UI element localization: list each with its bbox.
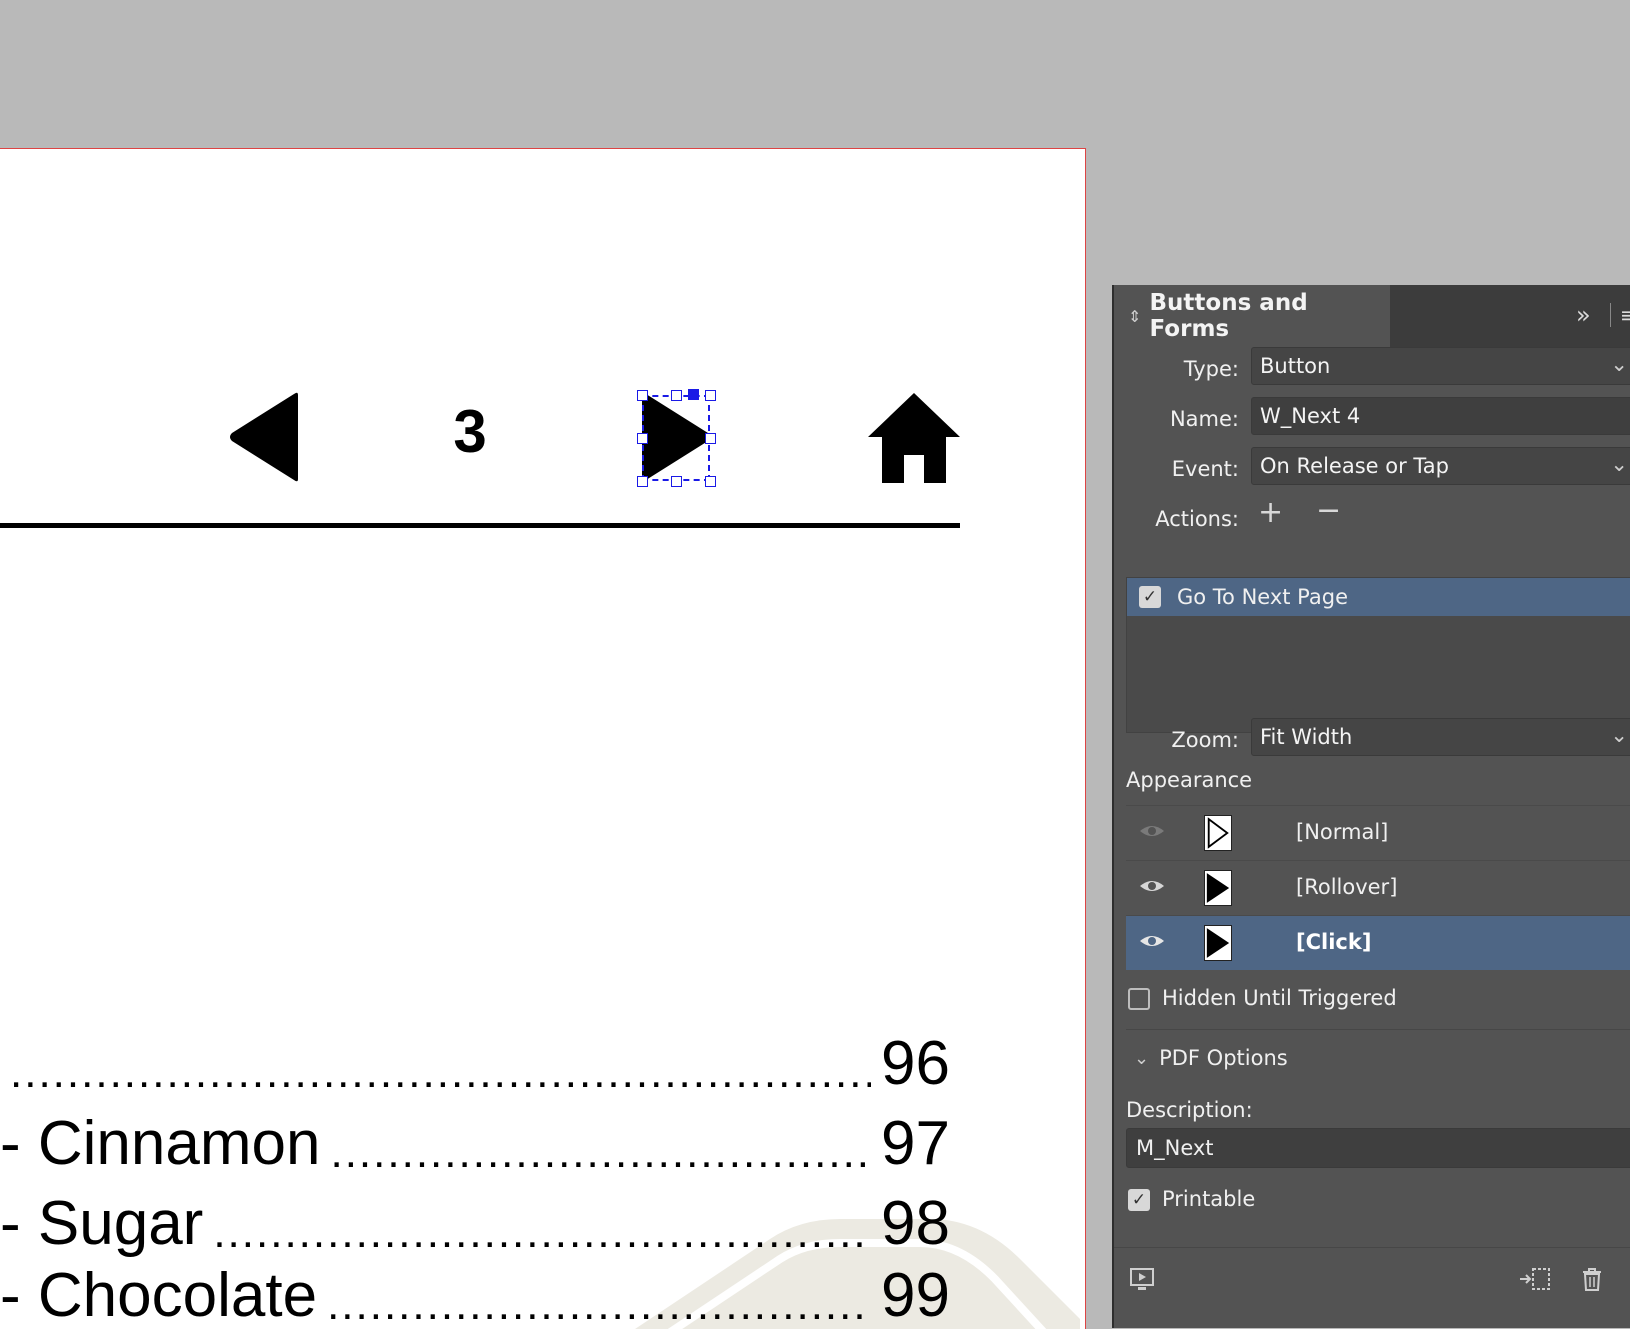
- resize-handle-anchor[interactable]: [688, 389, 699, 400]
- toc-leader-dots: ........................................…: [213, 1209, 871, 1257]
- toc-entry: ........................................…: [0, 1031, 950, 1097]
- actions-label: Actions:: [1155, 507, 1239, 531]
- header-divider: [1610, 303, 1611, 327]
- chevron-down-icon: ⌄: [1610, 352, 1628, 376]
- panel-title: Buttons and Forms: [1149, 290, 1308, 342]
- hidden-until-triggered-checkbox[interactable]: [1128, 988, 1150, 1010]
- state-thumbnail-icon: [1204, 870, 1232, 906]
- event-label: Event:: [1171, 457, 1239, 481]
- zoom-label: Zoom:: [1171, 728, 1239, 752]
- collapse-panel-icon[interactable]: »: [1576, 301, 1591, 329]
- pdf-options-toggle[interactable]: ⌄ PDF Options: [1134, 1046, 1288, 1070]
- action-item[interactable]: ✓ Go To Next Page: [1127, 578, 1630, 616]
- convert-to-object-icon[interactable]: [1518, 1266, 1552, 1292]
- printable-checkbox[interactable]: ✓: [1128, 1189, 1150, 1211]
- zoom-dropdown[interactable]: Fit Width ⌄: [1251, 718, 1630, 756]
- trash-icon[interactable]: [1580, 1266, 1604, 1292]
- state-normal[interactable]: [Normal]: [1126, 805, 1630, 860]
- remove-action-minus-icon[interactable]: −: [1316, 493, 1341, 528]
- name-input[interactable]: W_Next 4: [1251, 397, 1630, 435]
- resize-handle-bottom-right[interactable]: [705, 476, 716, 487]
- resize-handle-top-left[interactable]: [637, 390, 648, 401]
- appearance-heading: Appearance: [1126, 768, 1253, 792]
- eye-icon[interactable]: [1138, 820, 1166, 842]
- action-enabled-checkbox[interactable]: ✓: [1139, 586, 1161, 608]
- home-icon[interactable]: [868, 393, 960, 483]
- resize-handle-right[interactable]: [705, 433, 716, 444]
- divider: [1126, 1029, 1630, 1030]
- toc-leader-dots: ........................................…: [10, 1049, 871, 1097]
- eye-icon[interactable]: [1138, 930, 1166, 952]
- description-label: Description:: [1126, 1098, 1253, 1122]
- resize-handle-bottom[interactable]: [671, 476, 682, 487]
- name-label: Name:: [1169, 407, 1239, 431]
- state-thumbnail-icon: [1204, 925, 1232, 961]
- resize-handle-bottom-left[interactable]: [637, 476, 648, 487]
- type-dropdown[interactable]: Button ⌄: [1251, 347, 1630, 385]
- page-number: 3: [453, 398, 487, 465]
- toc-page-number: 98: [881, 1189, 950, 1258]
- chevron-down-icon: ⌄: [1134, 1047, 1150, 1069]
- panel-footer: [1114, 1247, 1630, 1329]
- toc-leader-dots: ........................................…: [330, 1129, 872, 1177]
- resize-handle-left[interactable]: [637, 433, 648, 444]
- toc-page-number: 96: [881, 1029, 950, 1098]
- toc-page-number: 97: [881, 1109, 950, 1178]
- previous-page-icon[interactable]: [228, 391, 300, 483]
- toc-page-number: 99: [881, 1261, 950, 1329]
- toc-entry: - Chocolate ............................…: [0, 1261, 950, 1329]
- description-input[interactable]: M_Next: [1126, 1128, 1630, 1168]
- hidden-until-triggered-label: Hidden Until Triggered: [1162, 986, 1397, 1010]
- tab-collapse-arrows-icon[interactable]: ⇕: [1128, 307, 1150, 326]
- state-click[interactable]: [Click]: [1126, 915, 1630, 970]
- toc-entry: - Cinnamon .............................…: [0, 1109, 950, 1178]
- panel-menu-icon[interactable]: ≡: [1620, 303, 1630, 327]
- chevron-down-icon: ⌄: [1610, 452, 1628, 476]
- resize-handle-top[interactable]: [671, 390, 682, 401]
- header-rule: [0, 523, 960, 528]
- event-dropdown[interactable]: On Release or Tap ⌄: [1251, 447, 1630, 485]
- resize-handle-top-right[interactable]: [705, 390, 716, 401]
- document-page: 3 ......................................…: [0, 148, 1086, 1329]
- state-thumbnail-icon: [1204, 815, 1232, 851]
- eye-icon[interactable]: [1138, 875, 1166, 897]
- toc-entry: - Sugar ................................…: [0, 1189, 950, 1258]
- printable-label: Printable: [1162, 1187, 1256, 1211]
- toc-leader-dots: ........................................…: [327, 1281, 871, 1329]
- chevron-down-icon: ⌄: [1610, 723, 1628, 747]
- panel-tab[interactable]: ⇕ Buttons and Forms: [1114, 285, 1390, 347]
- buttons-and-forms-panel: ⇕ Buttons and Forms » ≡ Type: Button ⌄ N…: [1112, 285, 1630, 1328]
- appearance-states: [Normal] [Rollover] [Click]: [1126, 805, 1630, 970]
- selection-frame[interactable]: [642, 395, 710, 481]
- type-label: Type:: [1183, 357, 1239, 381]
- add-action-plus-icon[interactable]: +: [1258, 495, 1283, 530]
- preview-icon[interactable]: [1130, 1268, 1156, 1292]
- state-rollover[interactable]: [Rollover]: [1126, 860, 1630, 915]
- actions-list: ✓ Go To Next Page: [1126, 577, 1630, 733]
